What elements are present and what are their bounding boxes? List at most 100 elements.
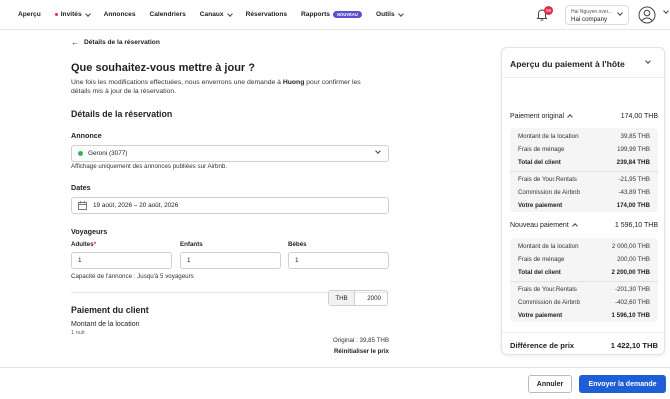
row-value: 239,84 THB (616, 159, 650, 166)
nav-item-outils[interactable]: Outils (376, 10, 404, 18)
row-value: -201,30 THB (615, 286, 650, 293)
row-label: Votre paiement (518, 202, 563, 209)
notification-count-badge: 99 (544, 6, 553, 15)
row-label: Votre paiement (518, 312, 563, 319)
adults-value: 1 (78, 257, 82, 264)
calendar-icon (78, 201, 87, 210)
row-value: 174,00 THB (616, 202, 650, 209)
new-badge: NOUVEAU (332, 11, 362, 18)
back-link[interactable]: ← Détails de la réservation (71, 38, 160, 47)
rental-amount-label: Montant de la location (71, 321, 140, 328)
send-request-button[interactable]: Envoyer la demande (579, 375, 666, 393)
new-payment-total: 1 596,10 THB (614, 222, 658, 229)
chevron-up-icon (571, 223, 578, 229)
price-difference-label: Différence de prix (510, 341, 575, 350)
children-value: 1 (187, 257, 191, 264)
listing-note: Affichage uniquement des annonces publié… (71, 163, 228, 170)
guests-label: Voyageurs (71, 227, 108, 236)
nav-item-annonces[interactable]: Annonces (104, 11, 136, 18)
breakdown-row: Frais de ménage 200,00 THB (518, 256, 650, 263)
babies-input[interactable]: 1 (288, 252, 389, 269)
back-link-label: Détails de la réservation (84, 39, 160, 46)
nav-item-label: Rapports (301, 11, 330, 18)
intro-text: Une fois les modifications effectuées, n… (71, 78, 371, 96)
original-price-note: Original : 39,85 THB (333, 337, 389, 344)
currency-label: THB (329, 291, 355, 305)
row-label: Frais de ménage (518, 256, 565, 263)
listing-select[interactable]: Geroni (3077) (71, 145, 389, 162)
babies-label: Bébés (288, 241, 307, 248)
reset-price-link[interactable]: Réinitialiser le prix (300, 348, 389, 355)
new-payment-toggle[interactable]: Nouveau paiement 1 596,10 THB (510, 222, 658, 229)
original-payment-breakdown: Montant de la location 39,85 THB Frais de… (510, 128, 658, 212)
row-label: Montant de la location (518, 243, 579, 250)
price-difference: Différence de prix 1 422,10 THB (510, 341, 658, 350)
chevron-down-icon (84, 10, 91, 17)
new-payment-label: Nouveau paiement (510, 222, 569, 229)
account-switcher[interactable]: Hai Nguyen over... Hai company (565, 5, 629, 25)
cancel-button[interactable]: Annuler (528, 375, 572, 393)
nights-label: 1 nuit (71, 330, 85, 336)
babies-value: 1 (295, 257, 299, 264)
adults-input[interactable]: 1 (71, 252, 172, 269)
footer-bar: Annuler Envoyer la demande (0, 367, 670, 399)
chevron-down-icon (617, 10, 623, 16)
listing-value: Geroni (3077) (88, 150, 128, 157)
nav-item-label: Canaux (199, 11, 224, 18)
payment-preview-panel: Aperçu du paiement à l'hôte Paiement ori… (501, 47, 665, 355)
breakdown-row-total: Total del client 2 200,00 THB (518, 269, 650, 276)
original-payment-label: Paiement original (510, 113, 565, 120)
row-label: Montant de la location (518, 133, 579, 140)
children-input[interactable]: 1 (180, 252, 281, 269)
original-payment-total: 174,00 THB (620, 113, 658, 120)
nav-item-canaux[interactable]: Canaux (199, 10, 233, 18)
rental-amount-input[interactable]: THB 2000 (328, 290, 388, 306)
row-label: Frais de ménage (518, 146, 565, 153)
nav-item-calendriers[interactable]: Calendriers (149, 11, 185, 18)
chevron-down-icon (226, 10, 233, 17)
row-value: -21,95 THB (618, 176, 650, 183)
avatar-icon[interactable] (638, 6, 656, 24)
nav-item-apercu[interactable]: Aperçu (18, 11, 41, 18)
new-payment-header: Nouveau paiement (510, 222, 578, 229)
panel-title: Aperçu du paiement à l'hôte (510, 59, 625, 69)
row-value: 200,00 THB (617, 256, 650, 263)
breakdown-row: Commission de Airbnb -43,89 THB (518, 189, 650, 196)
breakdown-row-total: Votre paiement 174,00 THB (518, 202, 650, 209)
new-payment-breakdown: Montant de la location 2 000,00 THB Frais… (510, 238, 658, 322)
nav-item-label: Invités (60, 11, 82, 18)
nav-item-label: Annonces (103, 11, 136, 18)
breakdown-row: Commission de Airbnb -402,60 THB (518, 299, 650, 306)
chevron-down-icon (375, 148, 381, 154)
divider (502, 332, 664, 333)
chevron-down-icon (397, 10, 404, 17)
row-value: -402,60 THB (615, 299, 650, 306)
row-value: 2 200,00 THB (611, 269, 650, 276)
breakdown-row-total: Votre paiement 1 596,10 THB (518, 312, 650, 319)
row-label: Total del client (518, 269, 561, 276)
intro-text-part: Une fois les modifications effectuées, n… (71, 79, 283, 86)
breakdown-row: Frais de ménage 199,99 THB (518, 146, 650, 153)
breakdown-row: Montant de la location 39,85 THB (518, 133, 650, 140)
nav-item-rapports[interactable]: Rapports NOUVEAU (301, 11, 362, 18)
dates-value: 19 août, 2026 – 20 août, 2026 (93, 202, 179, 209)
published-status-icon (78, 151, 83, 156)
breakdown-row: Frais de Your.Rentals -21,95 THB (518, 176, 650, 183)
dates-field[interactable]: 19 août, 2026 – 20 août, 2026 (71, 197, 389, 214)
dates-label: Dates (71, 183, 91, 192)
divider (510, 281, 658, 282)
chevron-up-icon (567, 114, 573, 120)
original-payment-toggle[interactable]: Paiement original 174,00 THB (510, 113, 658, 120)
nav-item-reservations[interactable]: Réservations (246, 11, 287, 18)
chevron-down-icon[interactable] (645, 58, 651, 64)
row-value: -43,89 THB (618, 189, 650, 196)
client-payment-heading: Paiement du client (71, 305, 149, 315)
listing-label: Annonce (71, 131, 102, 140)
row-label: Commission de Airbnb (518, 299, 580, 306)
alert-dot-icon (54, 13, 58, 16)
nav-item-invites[interactable]: Invités (54, 10, 91, 18)
divider (510, 171, 658, 172)
capacity-note: Capacité de l'annonce : Jusqu'à 5 voyage… (71, 273, 194, 280)
account-user: Hai Nguyen over... (571, 9, 613, 15)
required-marker: * (93, 241, 97, 248)
